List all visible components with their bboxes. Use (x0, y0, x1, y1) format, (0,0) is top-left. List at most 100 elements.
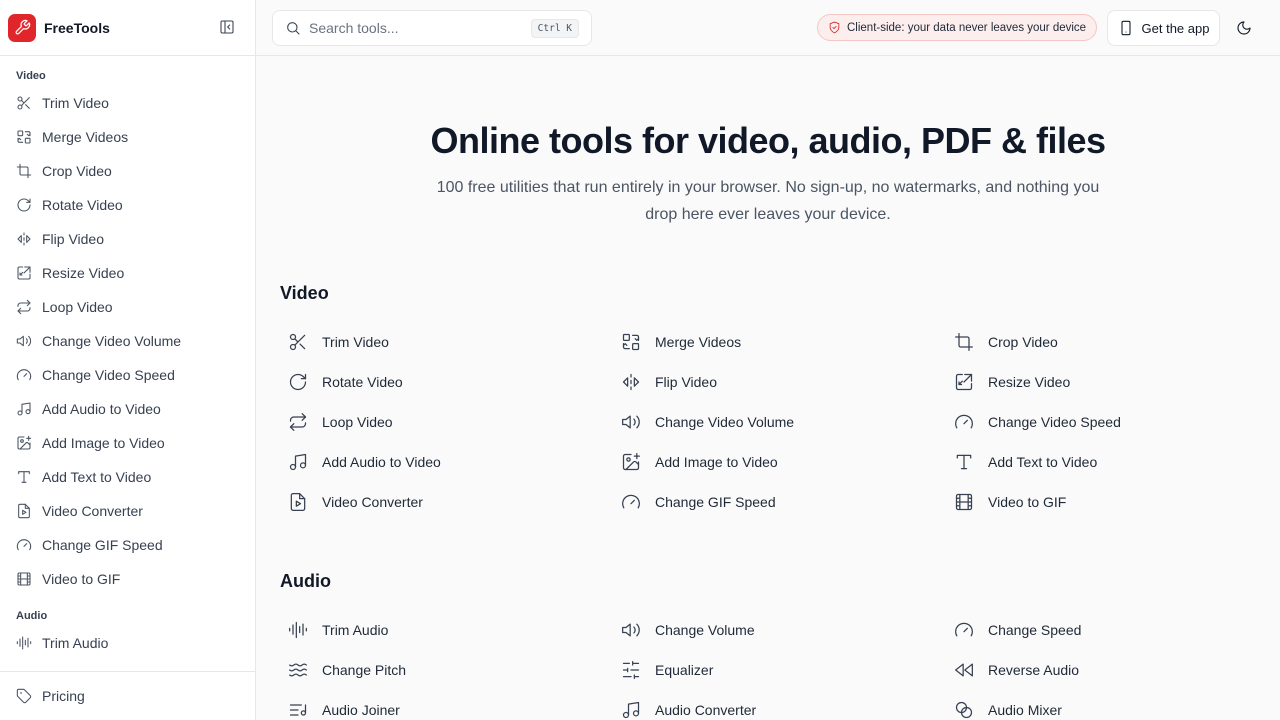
film-icon (16, 571, 32, 587)
tool-label: Audio Converter (655, 702, 757, 718)
sidebar-item-flip-video[interactable]: Flip Video (0, 222, 255, 256)
sidebar-item-trim-video[interactable]: Trim Video (0, 86, 255, 120)
volume-icon (16, 333, 32, 349)
waves-icon (288, 660, 308, 680)
tool-link-add-audio-to-video[interactable]: Add Audio to Video (280, 442, 613, 482)
rotate-icon (16, 197, 32, 213)
sidebar-item-label: Video to GIF (42, 571, 121, 587)
main-content: Online tools for video, audio, PDF & fil… (256, 56, 1280, 720)
tool-link-audio-joiner[interactable]: Audio Joiner (280, 690, 613, 720)
shield-check-icon (828, 21, 841, 34)
film-icon (954, 492, 974, 512)
get-app-label: Get the app (1141, 20, 1210, 36)
sidebar-item-change-video-speed[interactable]: Change Video Speed (0, 358, 255, 392)
file-video-icon (288, 492, 308, 512)
tool-link-resize-video[interactable]: Resize Video (946, 362, 1280, 402)
sidebar-item-label: Add Image to Video (42, 435, 165, 451)
tool-label: Trim Video (322, 334, 389, 350)
tool-label: Video Converter (322, 494, 423, 510)
music-icon (621, 700, 641, 720)
sidebar-item-trim-audio[interactable]: Trim Audio (0, 626, 255, 660)
tool-label: Crop Video (988, 334, 1058, 350)
tool-link-video-converter[interactable]: Video Converter (280, 482, 613, 522)
tool-label: Flip Video (655, 374, 718, 390)
tool-label: Equalizer (655, 662, 714, 678)
sidebar-item-label: Change Video Speed (42, 367, 175, 383)
audio-lines-icon (16, 635, 32, 651)
sidebar-item-add-text-to-video[interactable]: Add Text to Video (0, 460, 255, 494)
sidebar-item-change-video-volume[interactable]: Change Video Volume (0, 324, 255, 358)
wrench-icon[interactable] (8, 13, 36, 42)
tool-label: Reverse Audio (988, 662, 1080, 678)
sidebar-collapse-icon[interactable] (219, 19, 237, 37)
moon-icon[interactable] (1230, 14, 1258, 42)
search-shortcut: Ctrl K (530, 18, 579, 38)
category-title-video: Video (280, 283, 329, 303)
tool-link-audio-converter[interactable]: Audio Converter (613, 690, 946, 720)
tool-link-change-video-volume[interactable]: Change Video Volume (613, 402, 946, 442)
tag-icon (16, 688, 32, 704)
tool-label: Change Pitch (322, 662, 407, 678)
tool-label: Add Image to Video (655, 454, 778, 470)
sidebar-item-video-converter[interactable]: Video Converter (0, 494, 255, 528)
loop-icon (288, 412, 308, 432)
file-video-icon (16, 503, 32, 519)
tool-link-change-volume[interactable]: Change Volume (613, 610, 946, 650)
tool-link-change-speed[interactable]: Change Speed (946, 610, 1280, 650)
circles-icon (954, 700, 974, 720)
get-app-button[interactable]: Get the app (1107, 10, 1220, 46)
search-box[interactable]: Ctrl K (272, 10, 592, 46)
tool-link-change-video-speed[interactable]: Change Video Speed (946, 402, 1280, 442)
gauge-icon (954, 412, 974, 432)
sidebar-item-label: Flip Video (42, 231, 105, 247)
sidebar-item-add-audio-to-video[interactable]: Add Audio to Video (0, 392, 255, 426)
tool-link-add-text-to-video[interactable]: Add Text to Video (946, 442, 1280, 482)
tool-link-loop-video[interactable]: Loop Video (280, 402, 613, 442)
tool-link-flip-video[interactable]: Flip Video (613, 362, 946, 402)
sidebar-item-crop-video[interactable]: Crop Video (0, 154, 255, 188)
resize-icon (954, 372, 974, 392)
tool-label: Audio Mixer (988, 702, 1062, 718)
tool-link-change-pitch[interactable]: Change Pitch (280, 650, 613, 690)
tool-link-add-image-to-video[interactable]: Add Image to Video (613, 442, 946, 482)
sidebar-item-label: Trim Audio (42, 635, 109, 651)
tool-label: Trim Audio (322, 622, 389, 638)
sidebar-item-merge-videos[interactable]: Merge Videos (0, 120, 255, 154)
sidebar-header: FreeTools (0, 0, 255, 56)
sidebar-item-label: Merge Videos (42, 129, 129, 145)
category-title-audio: Audio (280, 571, 331, 591)
tool-link-trim-audio[interactable]: Trim Audio (280, 610, 613, 650)
rotate-icon (288, 372, 308, 392)
crop-icon (954, 332, 974, 352)
sidebar-nav[interactable]: Video Trim Video Merge Videos Crop Video Rot… (0, 56, 255, 671)
tool-link-audio-mixer[interactable]: Audio Mixer (946, 690, 1280, 720)
tool-link-video-to-gif[interactable]: Video to GIF (946, 482, 1280, 522)
sidebar-item-label: Add Text to Video (42, 469, 152, 485)
page-subtitle: 100 free utilities that run entirely in … (436, 179, 1100, 223)
sidebar-item-video-to-gif[interactable]: Video to GIF (0, 562, 255, 596)
sidebar-item-loop-video[interactable]: Loop Video (0, 290, 255, 324)
volume-icon (621, 620, 641, 640)
brand-name[interactable]: FreeTools (44, 20, 110, 36)
tool-link-change-gif-speed[interactable]: Change GIF Speed (613, 482, 946, 522)
tool-link-crop-video[interactable]: Crop Video (946, 322, 1280, 362)
sidebar-item-label: Add Audio to Video (42, 401, 161, 417)
tool-link-equalizer[interactable]: Equalizer (613, 650, 946, 690)
tool-link-merge-videos[interactable]: Merge Videos (613, 322, 946, 362)
sidebar-section-title: Video (16, 70, 46, 82)
sidebar-item-add-image-to-video[interactable]: Add Image to Video (0, 426, 255, 460)
gauge-icon (16, 537, 32, 553)
tool-link-trim-video[interactable]: Trim Video (280, 322, 613, 362)
image-plus-icon (621, 452, 641, 472)
sidebar-item-label: Trim Video (42, 95, 109, 111)
sidebar-item-change-gif-speed[interactable]: Change GIF Speed (0, 528, 255, 562)
type-icon (16, 469, 32, 485)
tool-link-reverse-audio[interactable]: Reverse Audio (946, 650, 1280, 690)
sidebar-item-pricing[interactable]: Pricing (0, 671, 255, 720)
tool-label: Change Volume (655, 622, 755, 638)
sidebar-item-rotate-video[interactable]: Rotate Video (0, 188, 255, 222)
sidebar-section-title: Audio (16, 610, 48, 622)
search-input[interactable] (309, 20, 523, 36)
sidebar-item-resize-video[interactable]: Resize Video (0, 256, 255, 290)
tool-link-rotate-video[interactable]: Rotate Video (280, 362, 613, 402)
